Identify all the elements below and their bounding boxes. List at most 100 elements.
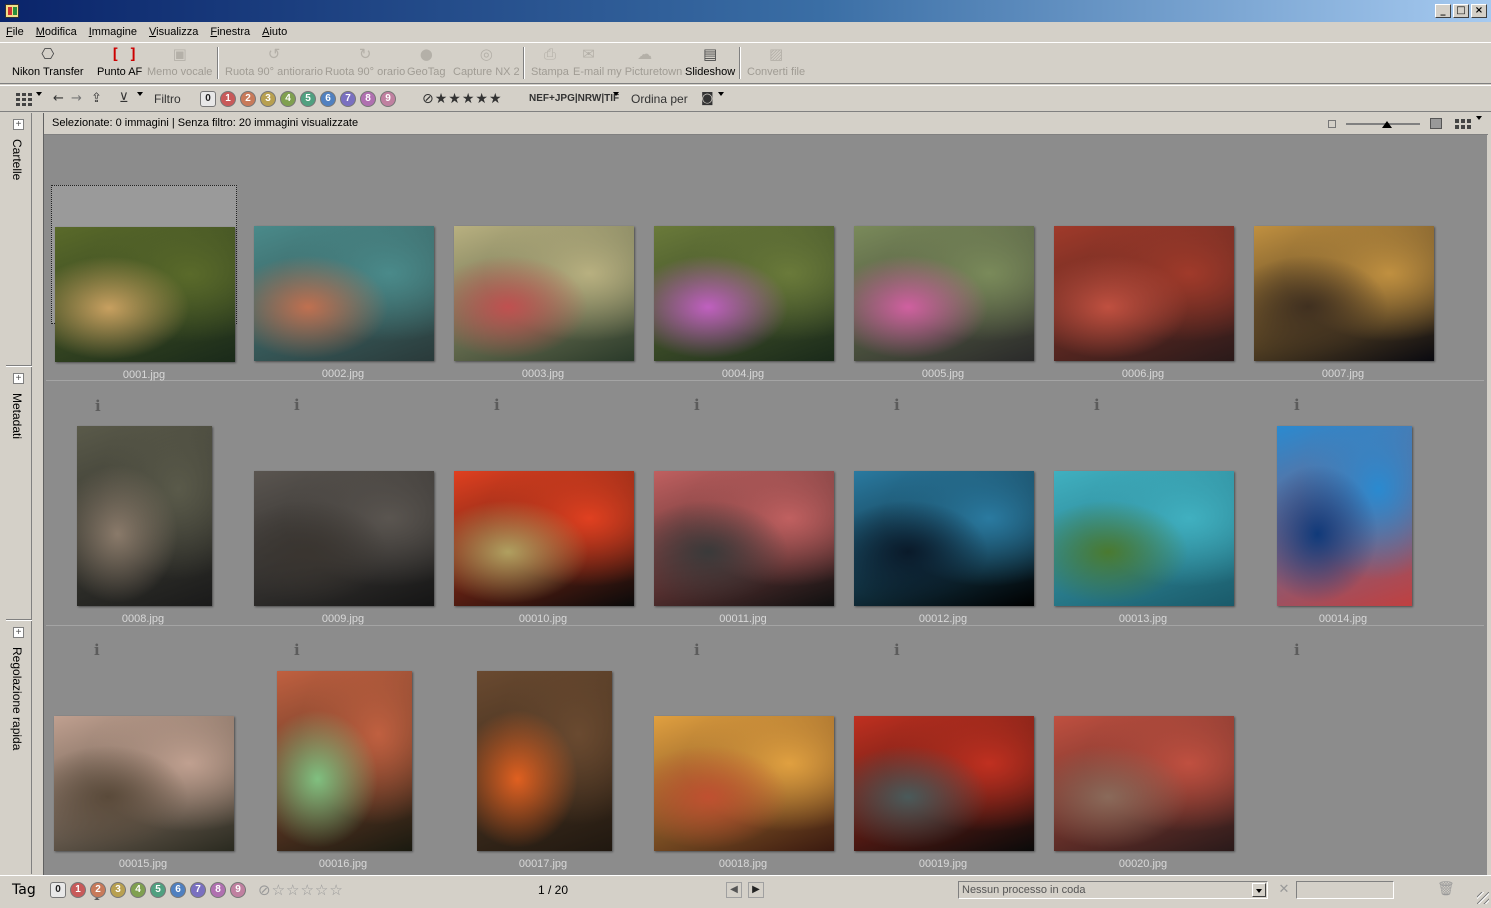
thumbnail-item[interactable]: 00013.jpg — [1051, 430, 1237, 625]
picturetown-button[interactable]: ☁ my Picturetown — [607, 45, 682, 78]
thumbnail-image[interactable] — [76, 426, 212, 606]
menu-immagine[interactable]: Immagine — [89, 26, 137, 38]
thumbnail-item[interactable]: 00017.jpg — [451, 671, 637, 870]
process-queue-select[interactable]: Nessun processo in coda — [958, 881, 1268, 899]
thumbnail-size-slider[interactable] — [1346, 121, 1420, 128]
geotag-button[interactable]: ● GeoTag — [407, 45, 446, 78]
maximize-button[interactable]: □ — [1453, 4, 1469, 18]
rating-tag-0[interactable]: 0 — [50, 882, 66, 898]
thumbnail-image[interactable] — [854, 471, 1034, 606]
app-icon[interactable] — [5, 4, 19, 18]
rating-tag-2[interactable]: 2 — [240, 91, 256, 107]
info-icon[interactable]: i — [95, 397, 101, 415]
cancel-process-icon[interactable]: ✕ — [1276, 882, 1292, 898]
voice-memo-button[interactable]: ▣ Memo vocale — [147, 45, 212, 78]
menu-finestra[interactable]: Finestra — [210, 26, 250, 38]
rating-tag-3[interactable]: 3 — [110, 882, 126, 898]
rating-tag-9[interactable]: 9 — [380, 91, 396, 107]
chevron-down-icon[interactable] — [718, 92, 724, 96]
af-point-button[interactable]: [ ] Punto AF — [97, 45, 142, 78]
thumbnail-image[interactable] — [254, 471, 434, 606]
thumbnail-item[interactable]: 0006.jpg i — [1051, 185, 1237, 414]
minimize-button[interactable]: _ — [1435, 4, 1451, 18]
rating-tag-1[interactable]: 1 — [220, 91, 236, 107]
rating-tag-7[interactable]: 7 — [190, 882, 206, 898]
thumbnail-image[interactable] — [1054, 226, 1234, 361]
folder-down-icon[interactable]: ⊻ — [119, 90, 129, 108]
thumbnail-image[interactable] — [1254, 226, 1434, 361]
thumbnail-image[interactable] — [454, 226, 634, 361]
thumbnail-image[interactable] — [454, 471, 634, 606]
thumbnail-item[interactable]: 00014.jpg i — [1251, 426, 1437, 659]
rating-tag-0[interactable]: 0 — [200, 91, 216, 107]
print-button[interactable]: ⎙ Stampa — [531, 45, 569, 78]
menu-visualizza[interactable]: Visualizza — [149, 26, 198, 38]
thumbnail-image[interactable] — [654, 471, 834, 606]
slider-handle[interactable] — [1382, 121, 1392, 128]
thumbnail-image[interactable] — [654, 226, 834, 361]
info-icon[interactable]: i — [294, 396, 300, 414]
thumbnail-image[interactable] — [1054, 716, 1234, 851]
rating-tag-6[interactable]: 6 — [320, 91, 336, 107]
rating-tag-2[interactable]: 2 — [90, 882, 106, 898]
rating-tag-4[interactable]: 4 — [280, 91, 296, 107]
rating-tag-5[interactable]: 5 — [300, 91, 316, 107]
next-image-button[interactable]: ▶ — [748, 882, 764, 898]
thumbnail-item[interactable]: 0007.jpg i — [1251, 185, 1437, 414]
thumbnail-item[interactable]: 0001.jpg i — [51, 185, 237, 415]
star-filter[interactable]: ⊘★★★★★ — [422, 90, 503, 108]
view-mode-icon[interactable] — [1455, 118, 1473, 130]
thumbnail-image[interactable] — [854, 226, 1034, 361]
side-tab-regolazione-rapida[interactable]: + Regolazione rapida — [6, 621, 32, 873]
grid-view-icon[interactable] — [16, 93, 34, 107]
thumbnail-item[interactable]: 00011.jpg i — [651, 430, 837, 659]
email-button[interactable]: ✉ E-mail — [573, 45, 604, 78]
large-thumb-icon[interactable] — [1430, 118, 1442, 129]
rating-tag-7[interactable]: 7 — [340, 91, 356, 107]
chevron-down-icon[interactable] — [1476, 116, 1482, 120]
trash-icon[interactable]: 🗑 — [1437, 881, 1455, 897]
rating-tag-5[interactable]: 5 — [150, 882, 166, 898]
side-tab-metadati[interactable]: + Metadati — [6, 367, 32, 619]
thumbnail-image[interactable] — [654, 716, 834, 851]
star-rating-buttons[interactable]: ⊘☆☆☆☆☆ — [258, 881, 344, 899]
rating-tag-9[interactable]: 9 — [230, 882, 246, 898]
thumbnail-image[interactable] — [54, 716, 234, 851]
thumbnail-item[interactable]: 00020.jpg — [1051, 675, 1237, 870]
no-rating-icon[interactable]: ⊘ — [258, 881, 272, 899]
chevron-down-icon[interactable] — [137, 92, 143, 96]
chevron-down-icon[interactable] — [36, 92, 42, 96]
thumbnail-image[interactable] — [55, 227, 235, 362]
rating-tag-3[interactable]: 3 — [260, 91, 276, 107]
menu-aiuto[interactable]: Aiuto — [262, 26, 287, 38]
rotate-ccw-button[interactable]: ↺ Ruota 90° antiorario — [225, 45, 323, 78]
back-arrow-icon[interactable]: ← — [53, 90, 64, 108]
chevron-down-icon[interactable] — [1252, 883, 1266, 897]
thumbnail-item[interactable]: 00015.jpgi — [51, 675, 237, 904]
thumbnail-item[interactable]: 0003.jpg i — [451, 185, 637, 414]
thumbnail-item[interactable]: 0004.jpg i — [651, 185, 837, 414]
title-bar[interactable]: _ □ × — [0, 0, 1491, 22]
expand-icon[interactable]: + — [13, 119, 24, 130]
slideshow-button[interactable]: ▤ Slideshow — [685, 45, 735, 78]
info-icon[interactable]: i — [1294, 396, 1300, 414]
thumbnail-item[interactable]: 00018.jpg — [651, 675, 837, 870]
expand-icon[interactable]: + — [13, 627, 24, 638]
thumbnail-image[interactable] — [854, 716, 1034, 851]
info-icon[interactable]: i — [1094, 396, 1100, 414]
capture-nx-button[interactable]: ◎ Capture NX 2 — [453, 45, 520, 78]
thumbnail-image[interactable] — [276, 671, 412, 851]
info-icon[interactable]: i — [1294, 641, 1300, 659]
convert-file-button[interactable]: ▨ Converti file — [747, 45, 805, 78]
info-icon[interactable]: i — [694, 396, 700, 414]
menu-modifica[interactable]: Modifica — [36, 26, 77, 38]
thumbnail-item[interactable]: 00019.jpg — [851, 675, 1037, 870]
resize-grip-icon[interactable] — [1477, 892, 1489, 904]
rating-tag-6[interactable]: 6 — [170, 882, 186, 898]
info-icon[interactable]: i — [494, 396, 500, 414]
thumbnail-item[interactable]: 00012.jpg i — [851, 430, 1037, 659]
no-rating-icon[interactable]: ⊘ — [422, 91, 435, 107]
thumbnail-image[interactable] — [1276, 426, 1412, 606]
thumbnail-item[interactable]: 0009.jpg i — [251, 430, 437, 659]
rating-tag-8[interactable]: 8 — [360, 91, 376, 107]
